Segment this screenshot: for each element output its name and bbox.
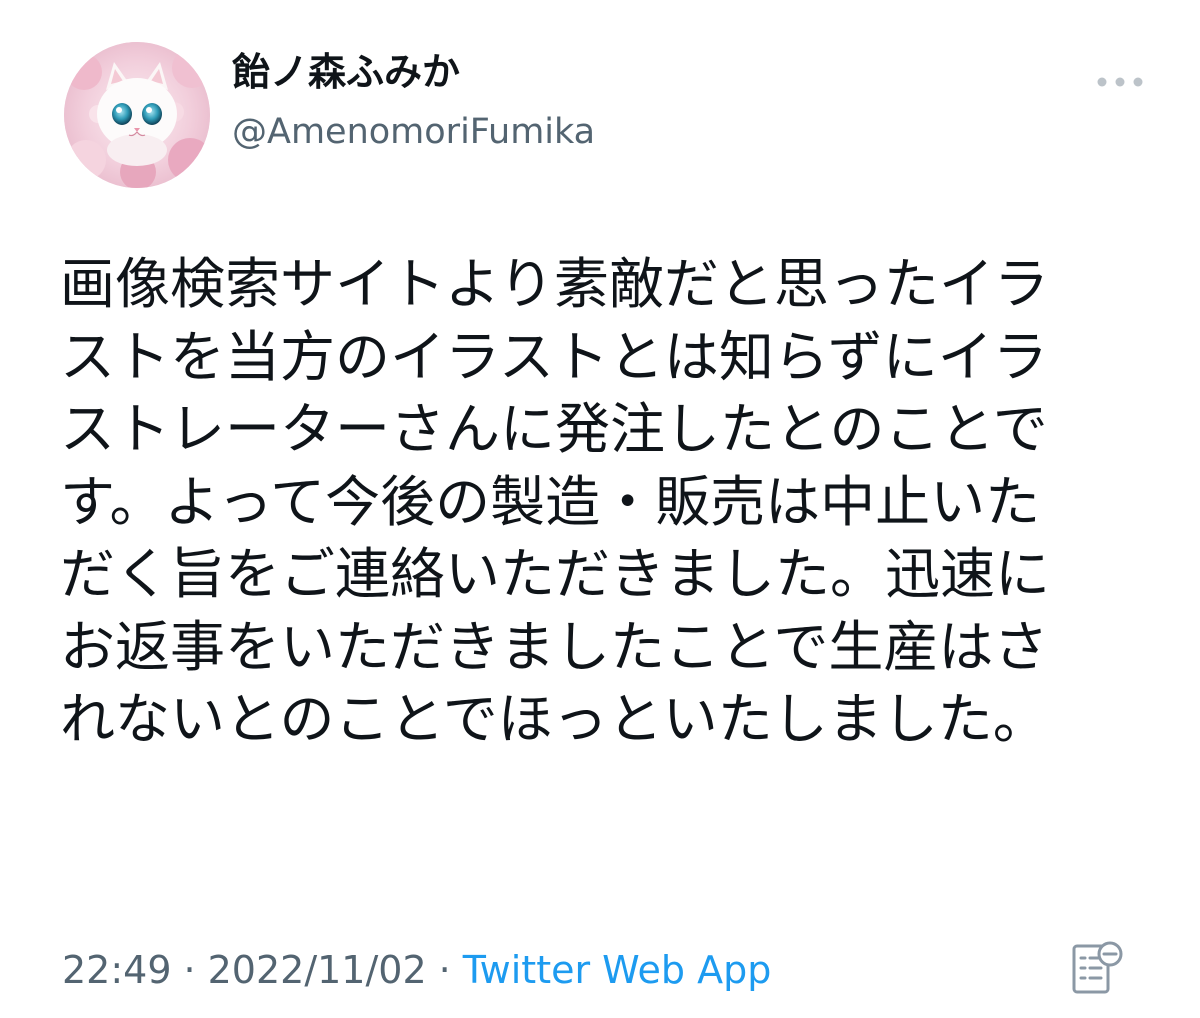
more-dots-icon (1097, 77, 1143, 87)
document-list-icon (1072, 941, 1123, 994)
tweet-text-line: れないとのことでほっといたしました。 (60, 687, 1048, 751)
tweet-text-line: 画像検索サイトより素敵だと思ったイラ (60, 252, 1049, 316)
more-options-button[interactable] (1090, 64, 1150, 100)
tweet-source-link[interactable]: Twitter Web App (463, 948, 772, 992)
author-handle[interactable]: @AmenomoriFumika (232, 108, 595, 156)
tweet-text: 画像検索サイトより素敵だと思ったイラ ストを当方のイラストとは知らずにイラ スト… (60, 248, 1150, 756)
tweet-text-line: す。よって今後の製造・販売は中止いた (60, 469, 1041, 534)
tweet-text-line: ストを当方のイラストとは知らずにイラ (60, 324, 1048, 389)
tweet-card: 飴ノ森ふみか @AmenomoriFumika 画像検索サイトより素敵だと思った… (0, 0, 1200, 1018)
tweet-metadata: 22:49 · 2022/11/02 · Twitter Web App (62, 944, 771, 996)
meta-separator: · (438, 948, 451, 992)
tweet-date[interactable]: 2022/11/02 (208, 948, 427, 992)
meta-separator: · (183, 948, 196, 992)
kitten-avatar-image (64, 42, 210, 188)
author-display-name[interactable]: 飴ノ森ふみか (232, 48, 460, 96)
tweet-text-line: お返事をいただきましたことで生産はさ (60, 614, 1049, 679)
view-details-button[interactable] (1068, 940, 1126, 998)
author-avatar[interactable] (64, 42, 210, 188)
tweet-text-line: だく旨をご連絡いただきました。迅速に (60, 542, 1051, 606)
tweet-time[interactable]: 22:49 (62, 948, 172, 992)
tweet-text-line: ストレーターさんに発注したとのことで (60, 397, 1048, 461)
